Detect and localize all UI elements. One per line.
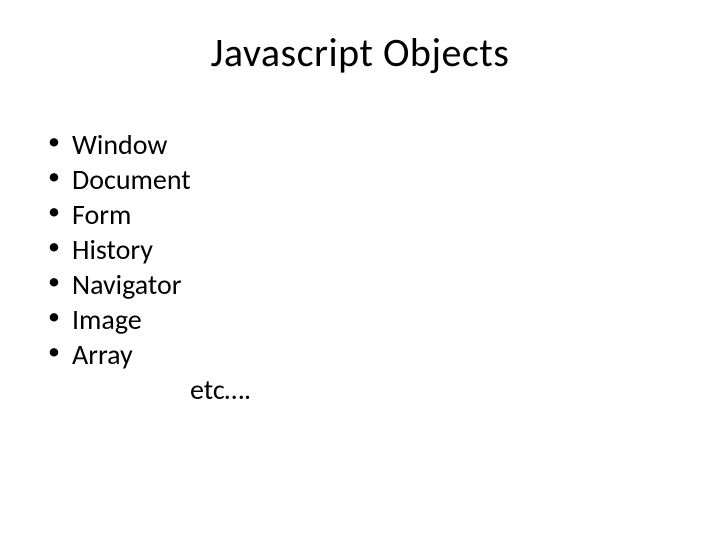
list-item: Navigator: [40, 267, 720, 302]
slide-title: Javascript Objects: [0, 0, 720, 77]
list-item: History: [40, 232, 720, 267]
list-item: Form: [40, 197, 720, 232]
list-item: Image: [40, 302, 720, 337]
list-item: Document: [40, 162, 720, 197]
content-area: Window Document Form History Navigator I…: [0, 77, 720, 407]
bullet-list: Window Document Form History Navigator I…: [40, 127, 720, 372]
list-item: Window: [40, 127, 720, 162]
list-item: Array: [40, 337, 720, 372]
trailing-text: etc….: [40, 372, 720, 407]
